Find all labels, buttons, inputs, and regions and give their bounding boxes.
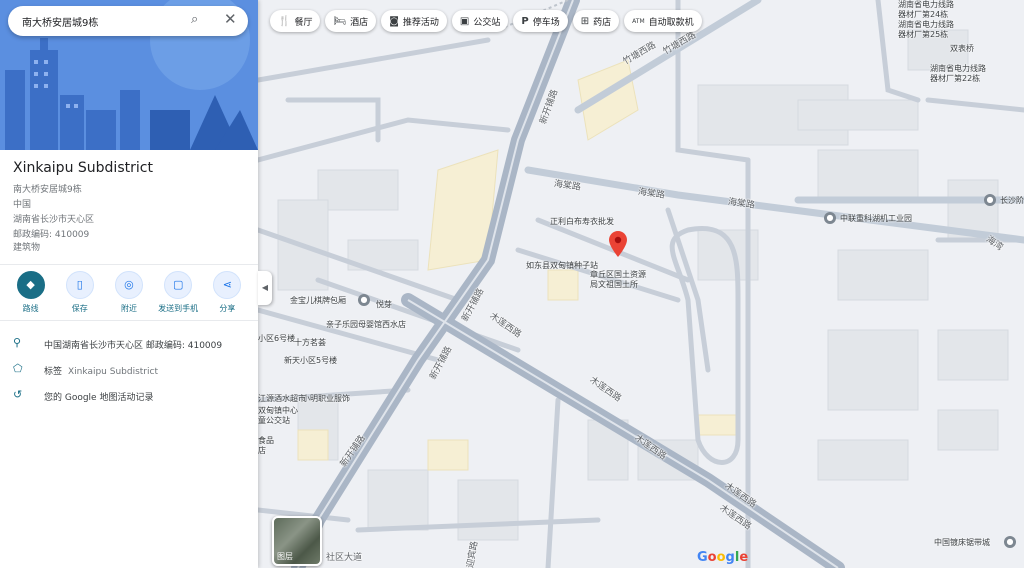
divider xyxy=(0,320,258,321)
poi-label[interactable]: 长沙阶 xyxy=(1000,196,1024,206)
poi-marker-icon[interactable]: ● xyxy=(358,294,370,306)
poi-label[interactable]: 小明职业服饰 xyxy=(302,394,350,404)
poi-label[interactable]: 江源酒水超市 xyxy=(258,394,306,404)
address-line: 南大桥安居城9栋 xyxy=(13,185,82,195)
map-canvas[interactable]: 竹塘西路 竹塘西路 新开铺路 新开铺路 新开铺路 新开铺路 海棠路 海棠路 海棠… xyxy=(258,0,1024,568)
chip-activities[interactable]: ◙ 推荐活动 xyxy=(381,10,447,32)
search-box[interactable]: 南大桥安居城9栋 ⌕ ✕ xyxy=(8,6,248,36)
poi-label[interactable]: 亲子乐园母婴馆西水店 xyxy=(326,320,406,330)
bookmark-icon: ▯ xyxy=(65,271,94,299)
address-line: 中国 xyxy=(13,200,32,210)
poi-label[interactable]: 正利白布寿衣批发 xyxy=(550,217,614,227)
poi-label[interactable]: 双甸镇中心 童公交站 xyxy=(258,406,298,426)
search-input[interactable]: 南大桥安居城9栋 xyxy=(22,14,98,29)
road-label: 社区大道 xyxy=(326,553,363,563)
share-icon: ⋖ xyxy=(213,271,242,299)
poi-label[interactable]: 新天小区5号楼 xyxy=(284,356,337,366)
parking-icon: P xyxy=(521,15,529,27)
search-icon[interactable]: ⌕ xyxy=(191,12,198,27)
place-title: Xinkaipu Subdistrict xyxy=(13,160,153,176)
pharmacy-icon: ⊞ xyxy=(580,15,590,27)
poi-marker-icon[interactable]: ● xyxy=(824,212,836,224)
address-line: 邮政编码: 410009 xyxy=(13,230,90,240)
poi-marker-icon[interactable]: ● xyxy=(984,194,996,206)
poi-label[interactable]: 如东县双甸镇种子站 xyxy=(526,261,598,271)
camera-icon: ◙ xyxy=(389,15,399,27)
send-to-phone-icon: ▢ xyxy=(164,271,193,299)
restaurant-icon: 🍴 xyxy=(278,15,291,27)
place-panel: 南大桥安居城9栋 ⌕ ✕ Xinkaipu Subdistrict 南大桥安居城… xyxy=(0,0,258,568)
directions-button[interactable]: ◆ 路线 xyxy=(8,271,54,314)
poi-label[interactable]: 湖南省电力线路 器材厂第24栋 xyxy=(898,0,954,20)
save-button[interactable]: ▯ 保存 xyxy=(57,271,103,314)
location-marker-icon: ⚲ xyxy=(13,336,22,349)
chip-restaurant[interactable]: 🍴 餐厅 xyxy=(270,10,321,32)
poi-label[interactable]: 小区6号楼 xyxy=(258,334,295,344)
poi-label[interactable]: 湖南省电力线路 器材厂第22栋 xyxy=(930,64,986,84)
action-bar: ◆ 路线 ▯ 保存 ◎ 附近 ▢ 发送到手机 ⋖ 分享 xyxy=(0,271,258,314)
collapse-panel-button[interactable]: ◀ xyxy=(258,271,272,305)
poi-label[interactable]: 金宝儿棋牌包厢 xyxy=(290,296,346,306)
nearby-button[interactable]: ◎ 附近 xyxy=(106,271,152,314)
share-button[interactable]: ⋖ 分享 xyxy=(204,271,250,314)
poi-label[interactable]: 十方茗荟 xyxy=(294,338,326,348)
chip-pharmacy[interactable]: ⊞ 药店 xyxy=(572,10,620,32)
send-to-phone-button[interactable]: ▢ 发送到手机 xyxy=(155,271,201,314)
poi-label[interactable]: 悦芽 xyxy=(376,300,392,310)
atm-icon: ATM xyxy=(632,17,645,25)
hotel-icon: 🛏 xyxy=(333,15,347,27)
history-row[interactable]: ↺ 您的 Google 地图活动记录 xyxy=(0,385,258,407)
chip-bus-stop[interactable]: ▣ 公交站 xyxy=(451,10,509,32)
label-tag-icon: ⬠ xyxy=(13,362,23,375)
poi-marker-icon[interactable]: ● xyxy=(1004,536,1016,548)
poi-label[interactable]: 湖南省电力线路 器材厂第25栋 xyxy=(898,20,954,40)
layers-button[interactable]: 图层 xyxy=(272,516,322,566)
address-line: 湖南省长沙市天心区 xyxy=(13,215,95,225)
poi-label[interactable]: 食品 店 xyxy=(258,436,274,456)
chip-parking[interactable]: P 停车场 xyxy=(513,10,568,32)
address-line: 建筑物 xyxy=(13,243,41,253)
close-icon[interactable]: ✕ xyxy=(224,10,237,28)
poi-label[interactable]: 双表桥 xyxy=(950,44,974,54)
category-chips: 🍴 餐厅 🛏 酒店 ◙ 推荐活动 ▣ 公交站 P 停车场 ⊞ 药店 ATM 自动取款机 xyxy=(270,10,702,32)
chip-hotel[interactable]: 🛏 酒店 xyxy=(325,10,377,32)
address-row[interactable]: ⚲ 中国湖南省长沙市天心区 邮政编码: 410009 xyxy=(0,333,258,355)
poi-label[interactable]: 章丘区国土资源 局文祖国土所 xyxy=(590,270,646,290)
bus-icon: ▣ xyxy=(459,15,470,27)
nearby-icon: ◎ xyxy=(114,271,143,299)
directions-icon: ◆ xyxy=(16,271,45,299)
history-icon: ↺ xyxy=(13,388,23,401)
poi-label[interactable]: 中联重科湖机工业园 xyxy=(840,214,912,224)
layers-label: 图层 xyxy=(277,552,293,561)
chip-atm[interactable]: ATM 自动取款机 xyxy=(624,10,702,32)
poi-label[interactable]: 中国镀床锯带城 xyxy=(934,538,990,548)
google-logo: Google xyxy=(697,550,749,565)
location-pin-icon[interactable] xyxy=(609,231,627,257)
label-row[interactable]: ⬠ 标签 Xinkaipu Subdistrict xyxy=(0,359,258,381)
divider xyxy=(0,264,258,265)
